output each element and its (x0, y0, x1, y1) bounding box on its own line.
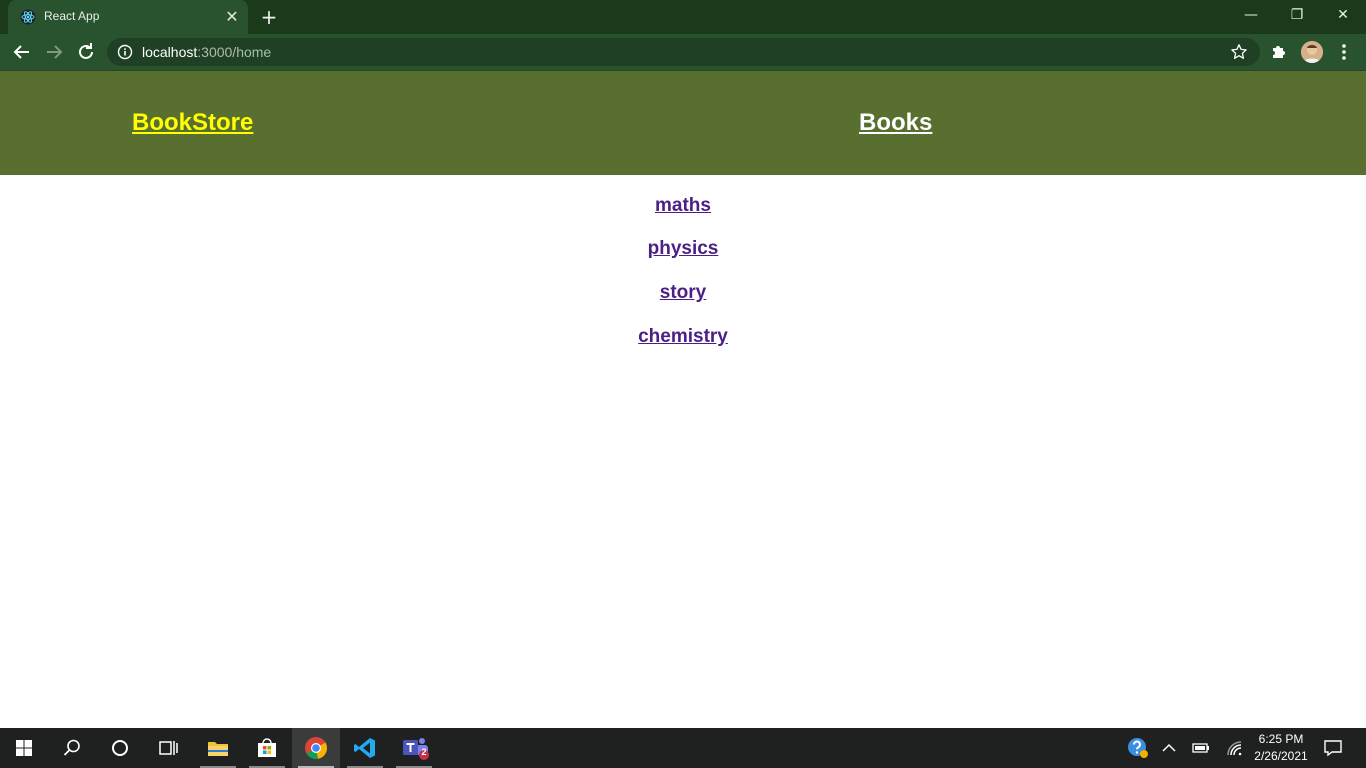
back-arrow-icon[interactable] (10, 40, 34, 64)
cortana-button[interactable] (96, 728, 144, 768)
taskbar-search-button[interactable] (48, 728, 96, 768)
new-tab-button[interactable]: + (258, 6, 280, 28)
profile-avatar[interactable] (1301, 41, 1323, 63)
url-text: localhost:3000/home (142, 44, 271, 60)
category-link-physics[interactable]: physics (648, 238, 719, 259)
system-clock[interactable]: 6:25 PM 2/26/2021 (1248, 731, 1314, 765)
category-link-story[interactable]: story (660, 282, 706, 303)
battery-icon[interactable] (1192, 740, 1210, 756)
task-view-button[interactable] (144, 728, 192, 768)
browser-menu-icon[interactable] (1336, 42, 1352, 62)
chrome-icon (305, 737, 328, 760)
cortana-circle-icon (112, 740, 128, 756)
forward-arrow-icon[interactable] (42, 40, 66, 64)
clock-date: 2/26/2021 (1254, 749, 1308, 763)
action-center-icon[interactable] (1323, 738, 1343, 758)
minimize-button[interactable]: — (1228, 0, 1274, 30)
extensions-puzzle-icon[interactable] (1270, 42, 1288, 60)
tab-close-icon[interactable]: ✕ (224, 9, 240, 25)
task-view-icon (159, 741, 178, 755)
wifi-icon[interactable] (1226, 740, 1244, 756)
address-bar[interactable]: localhost:3000/home (107, 38, 1260, 66)
info-icon[interactable] (117, 44, 133, 60)
taskbar-vscode[interactable] (341, 728, 389, 768)
browser-toolbar: localhost:3000/home (0, 34, 1366, 71)
app-header: BookStore Books (0, 71, 1366, 175)
category-link-chemistry[interactable]: chemistry (638, 326, 728, 347)
bookmark-star-icon[interactable] (1230, 43, 1248, 61)
books-nav-link[interactable]: Books (859, 109, 932, 137)
maximize-button[interactable]: ❐ (1274, 0, 1320, 30)
browser-tab[interactable]: React App ✕ (8, 0, 248, 34)
windows-logo-icon (16, 740, 32, 756)
tab-title: React App (44, 9, 100, 23)
folder-icon (208, 742, 228, 756)
url-host: localhost (142, 44, 198, 60)
category-item: physics (0, 238, 1366, 260)
start-button[interactable] (0, 728, 48, 768)
browser-titlebar: React App ✕ + — ❐ ✕ (0, 0, 1366, 34)
category-link-maths[interactable]: maths (655, 195, 711, 216)
taskbar-store[interactable] (243, 728, 291, 768)
taskbar-file-explorer[interactable] (194, 728, 242, 768)
taskbar-chrome[interactable] (292, 728, 340, 768)
react-icon (20, 9, 36, 25)
help-icon[interactable] (1127, 737, 1149, 759)
bookstore-brand-link[interactable]: BookStore (132, 109, 253, 137)
web-page: BookStore Books maths physics story chem… (0, 71, 1366, 728)
reload-icon[interactable] (74, 40, 98, 64)
profile-person-icon (1301, 41, 1323, 63)
teams-badge-count: 2 (421, 747, 427, 757)
window-close-button[interactable]: ✕ (1320, 0, 1366, 30)
category-item: story (0, 282, 1366, 304)
store-bag-icon (258, 738, 276, 757)
url-path: :3000/home (197, 44, 272, 60)
category-item: maths (0, 195, 1366, 217)
taskbar-teams[interactable]: 2 (390, 728, 438, 768)
vscode-icon (354, 738, 375, 758)
search-icon (63, 739, 80, 756)
windows-taskbar: 2 6:25 PM 2/26/2021 (0, 728, 1366, 768)
chevron-up-icon[interactable] (1161, 740, 1177, 756)
category-item: chemistry (0, 326, 1366, 348)
clock-time: 6:25 PM (1258, 732, 1304, 746)
